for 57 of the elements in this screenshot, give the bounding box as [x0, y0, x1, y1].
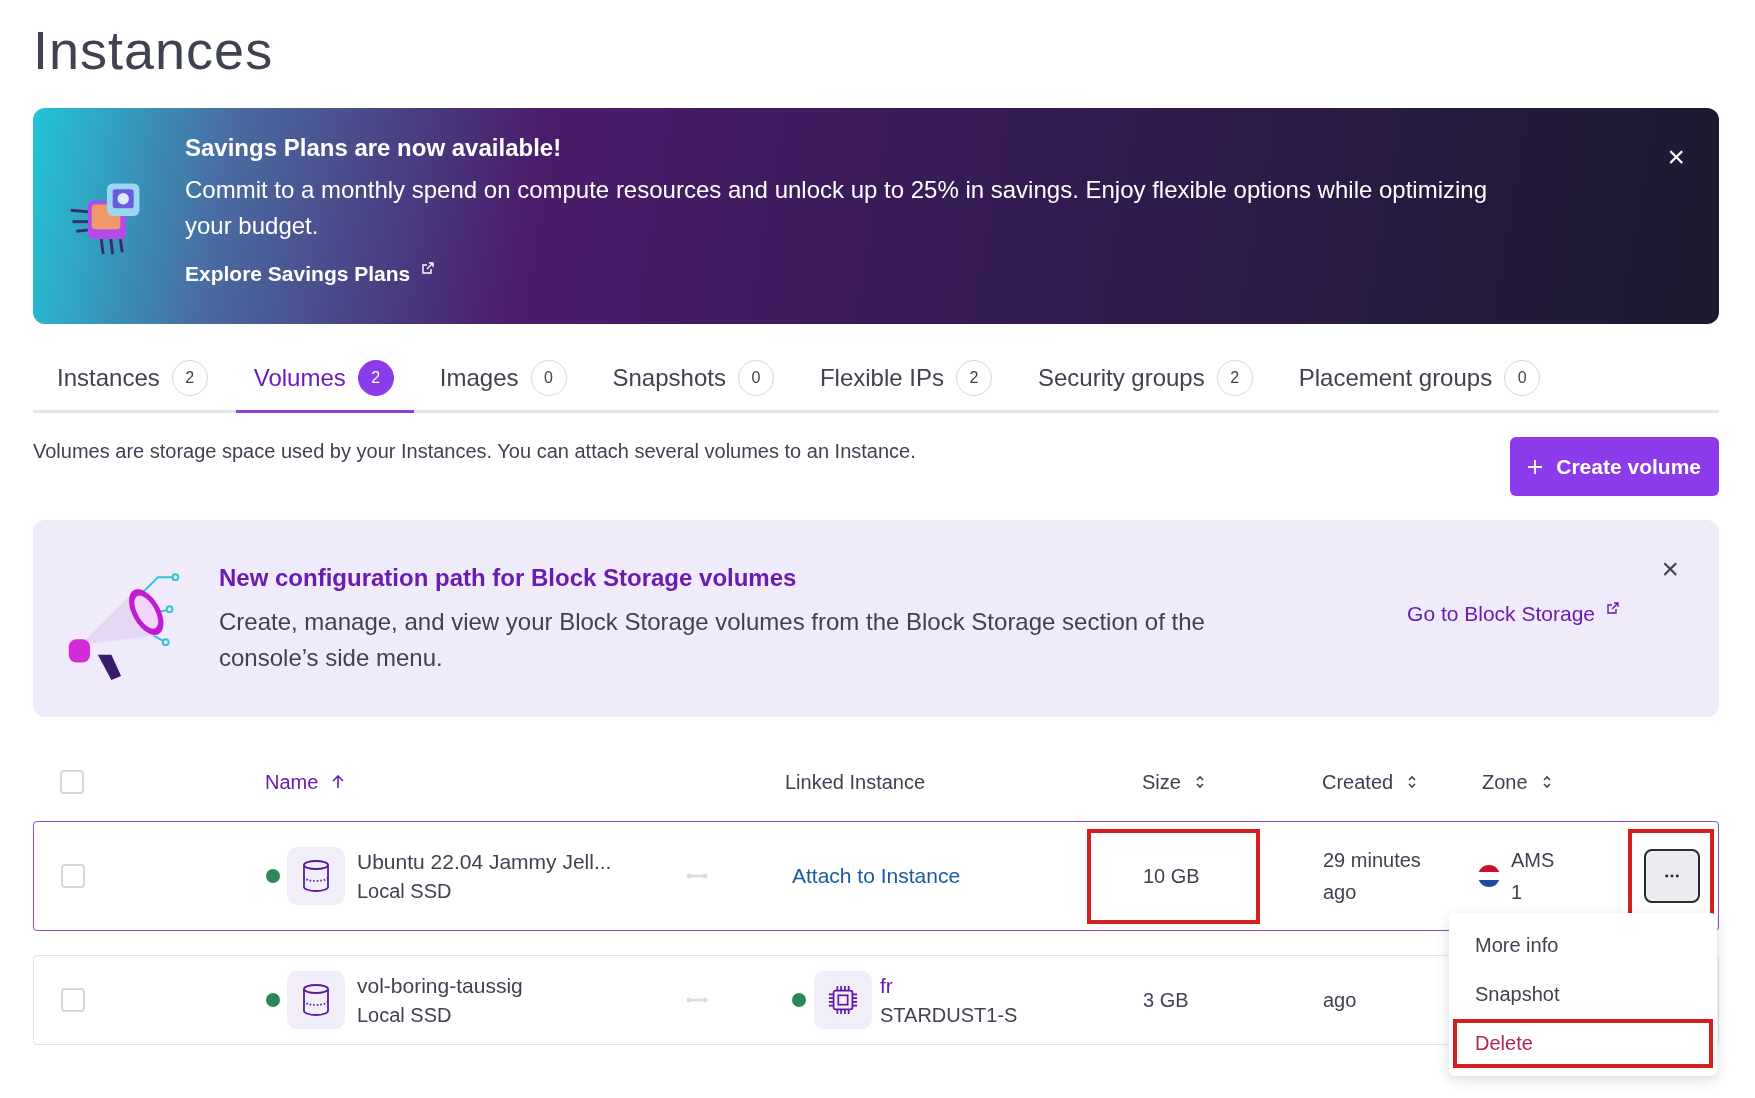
select-all-checkbox[interactable]	[60, 770, 84, 794]
more-button[interactable]	[1644, 849, 1700, 903]
column-header[interactable]: Created	[1322, 770, 1394, 794]
table-row[interactable]: Ubuntu 22.04 Jammy Jell... Local SSD Attach to Instance 10 GB 29 minutes ago AMS 1	[33, 821, 1719, 931]
volume-name[interactable]: Ubuntu 22.04 Jammy Jell...	[357, 849, 686, 874]
tab[interactable]: Instances 2	[39, 352, 228, 413]
notice-title: New configuration path for Block Storage volumes	[219, 564, 798, 592]
volume-type: Local SSD	[357, 879, 453, 903]
menu-item[interactable]: Snapshot	[1453, 970, 1713, 1019]
external-link-icon	[422, 262, 435, 274]
cpu-icon	[814, 971, 872, 1029]
created-cell-text: ago	[1323, 988, 1358, 1013]
external-link-icon	[1607, 602, 1619, 614]
column-header[interactable]: Zone	[1482, 770, 1528, 794]
notice-text: Create, manage, and view your Block Storage volumes from the Block Storage section of the console’s side menu.	[219, 607, 1206, 673]
tab[interactable]: Images 0	[421, 352, 587, 413]
column-header: Linked Instance	[784, 770, 926, 794]
row-checkbox[interactable]	[61, 864, 85, 888]
menu-item[interactable]: Delete	[1453, 1019, 1713, 1068]
volume-type: Local SSD	[357, 1003, 453, 1027]
plus-icon	[1528, 459, 1543, 474]
size-cell: 10 GB	[1143, 864, 1200, 887]
tab[interactable]: Flexible IPs 2	[801, 352, 1012, 413]
column-header[interactable]: Name	[265, 770, 319, 794]
tab[interactable]: Security groups 2	[1019, 352, 1273, 413]
column-header[interactable]: Size	[1142, 770, 1181, 794]
explore-link[interactable]: Explore Savings Plans	[185, 262, 411, 286]
created-cell-text: 29 minutes ago	[1323, 848, 1422, 905]
tab[interactable]: Snapshots 0	[594, 352, 794, 413]
flag-icon	[1477, 864, 1501, 888]
zone-cell-text: AMS 1	[1511, 848, 1556, 905]
sort-icon	[1194, 774, 1205, 790]
tab[interactable]: Volumes 2	[235, 352, 414, 413]
sort-icon	[1541, 774, 1552, 790]
page-title: Instances	[33, 19, 275, 82]
block-storage-link[interactable]: Go to Block Storage	[1407, 602, 1595, 626]
sort-icon	[1407, 774, 1418, 790]
description-text: Volumes are storage space used by your Instances. You can attach several volumes to an Instance.	[33, 439, 916, 463]
arrow-up-icon	[332, 775, 345, 789]
promo-title: Savings Plans are now available!	[185, 134, 563, 162]
count-badge: 2	[357, 360, 394, 396]
volume-icon	[287, 847, 345, 905]
size-cell: 3 GB	[1143, 988, 1189, 1011]
ellipsis-icon	[1665, 874, 1679, 878]
row-checkbox[interactable]	[61, 988, 85, 1012]
close-button[interactable]: ×	[1657, 554, 1683, 584]
tab[interactable]: Placement groups 0	[1280, 352, 1561, 413]
create-volume-button[interactable]: Create volume	[1510, 437, 1719, 496]
volume-name[interactable]: vol-boring-taussig	[357, 973, 686, 998]
promo-text: Commit to a monthly spend on compute resources and unlock up to 25% in savings. Enjoy flexible options while optimizing your budget.	[185, 175, 1489, 241]
link-icon	[686, 996, 708, 1004]
attach-link[interactable]: Attach to Instance	[792, 864, 961, 888]
link-icon	[686, 872, 708, 880]
instance-type: STARDUST1-S	[880, 1003, 1018, 1027]
instance-link[interactable]: fr	[880, 973, 1018, 998]
close-button[interactable]: ×	[1663, 142, 1689, 172]
volume-icon	[287, 971, 345, 1029]
